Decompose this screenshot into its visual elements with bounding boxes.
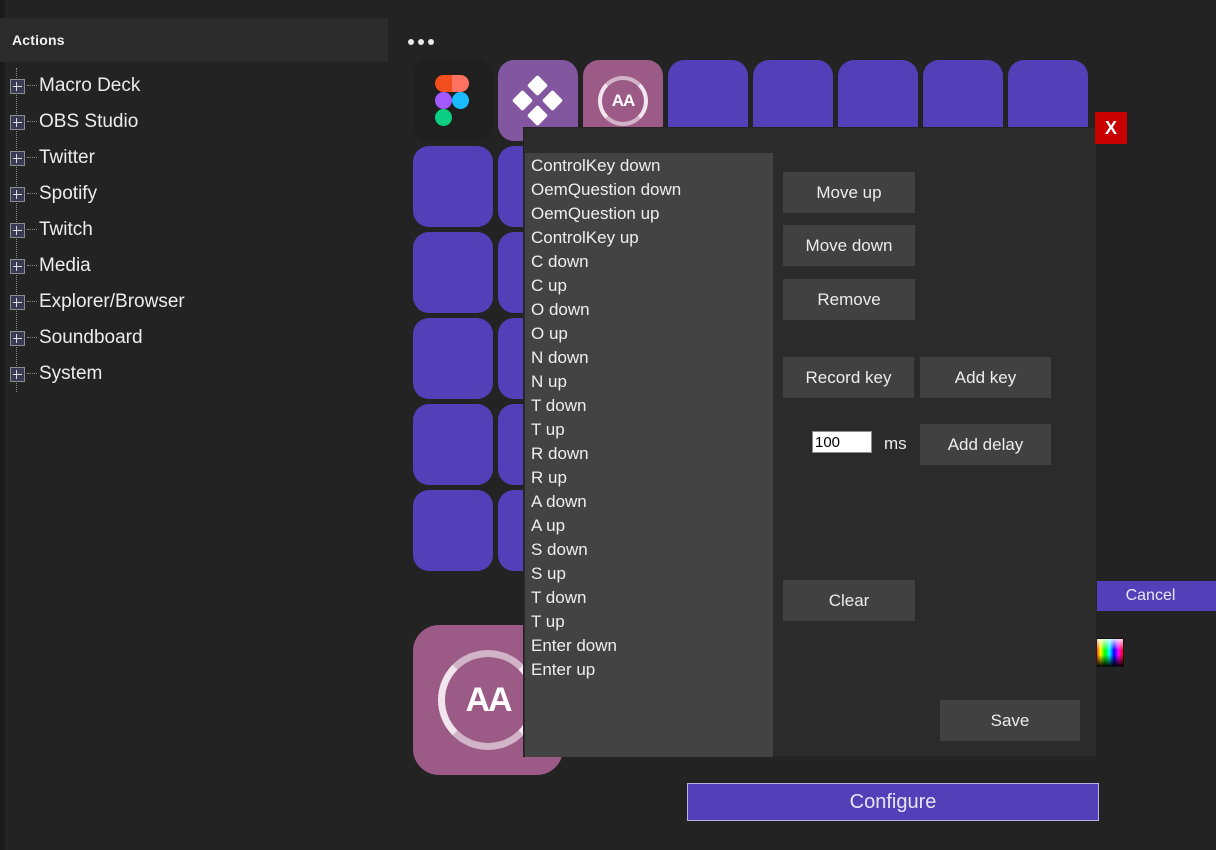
list-item[interactable]: OemQuestion down [528,178,773,202]
move-down-button[interactable]: Move down [783,225,915,266]
ellipsis-icon[interactable] [408,34,438,50]
tree-dash-icon [27,301,37,303]
add-delay-button[interactable]: Add delay [920,424,1051,465]
deck-button-empty[interactable] [413,490,493,571]
diamonds-icon [511,74,564,126]
tree-item-label: Twitter [39,147,95,168]
list-item[interactable]: S up [528,562,773,586]
tree-item-twitter[interactable]: Twitter [0,140,388,176]
expand-plus-icon[interactable] [10,186,25,202]
tree-item-label: Macro Deck [39,75,141,96]
key-sequence-dialog: X ControlKey down OemQuestion down OemQu… [524,112,1127,757]
tree-item-soundboard[interactable]: Soundboard [0,320,388,356]
tree-item-label: Media [39,255,91,276]
list-item[interactable]: R down [528,442,773,466]
list-item[interactable]: S down [528,538,773,562]
aa-circle-icon: AA [598,75,648,126]
delay-input[interactable] [812,431,872,453]
list-item[interactable]: C up [528,274,773,298]
close-icon[interactable]: X [1095,112,1127,144]
tree-dash-icon [27,85,37,87]
deck-button-figma[interactable] [413,60,493,141]
expand-plus-icon[interactable] [10,150,25,166]
tree-item-label: Spotify [39,183,98,204]
expand-plus-icon[interactable] [10,258,25,274]
tree-dash-icon [27,229,37,231]
remove-button[interactable]: Remove [783,279,915,320]
tree-item-label: OBS Studio [39,111,139,132]
expand-plus-icon[interactable] [10,78,25,94]
deck-button-empty[interactable] [413,146,493,227]
actions-header: Actions [0,18,388,62]
expand-plus-icon[interactable] [10,114,25,130]
tree-dash-icon [27,265,37,267]
add-key-button[interactable]: Add key [920,357,1051,398]
list-item[interactable]: T down [528,394,773,418]
tree-item-obs-studio[interactable]: OBS Studio [0,104,388,140]
color-swatch-icon[interactable] [1095,638,1124,667]
figma-icon [435,74,471,127]
list-item[interactable]: O down [528,298,773,322]
actions-tree: Macro Deck OBS Studio Twitter Spotify Tw… [0,68,388,392]
list-item[interactable]: T up [528,418,773,442]
list-item[interactable]: N down [528,346,773,370]
list-item[interactable]: ControlKey up [528,226,773,250]
move-up-button[interactable]: Move up [783,172,915,213]
clear-button[interactable]: Clear [783,580,915,621]
expand-plus-icon[interactable] [10,366,25,382]
list-item[interactable]: O up [528,322,773,346]
cancel-button[interactable]: Cancel [1085,581,1216,611]
tree-dash-icon [27,373,37,375]
tree-item-label: Soundboard [39,327,143,348]
key-sequence-list[interactable]: ControlKey down OemQuestion down OemQues… [525,153,773,757]
expand-plus-icon[interactable] [10,222,25,238]
record-key-button[interactable]: Record key [783,357,914,398]
list-item[interactable]: C down [528,250,773,274]
expand-plus-icon[interactable] [10,294,25,310]
list-item[interactable]: T down [528,586,773,610]
tree-dash-icon [27,337,37,339]
save-button[interactable]: Save [940,700,1080,741]
tree-item-system[interactable]: System [0,356,388,392]
tree-item-media[interactable]: Media [0,248,388,284]
tree-item-label: Twitch [39,219,93,240]
tree-item-explorer-browser[interactable]: Explorer/Browser [0,284,388,320]
expand-plus-icon[interactable] [10,330,25,346]
tree-item-spotify[interactable]: Spotify [0,176,388,212]
list-item[interactable]: N up [528,370,773,394]
list-item[interactable]: Enter down [528,634,773,658]
ellipsis-dot [408,39,414,45]
tree-dash-icon [27,157,37,159]
deck-button-empty[interactable] [413,318,493,399]
list-item[interactable]: ControlKey down [528,154,773,178]
ellipsis-dot [418,39,424,45]
deck-button-empty[interactable] [413,404,493,485]
tree-dash-icon [27,193,37,195]
list-item[interactable]: OemQuestion up [528,202,773,226]
tree-item-macro-deck[interactable]: Macro Deck [0,68,388,104]
tree-item-twitch[interactable]: Twitch [0,212,388,248]
delay-unit-label: ms [884,434,907,453]
list-item[interactable]: T up [528,610,773,634]
actions-header-title: Actions [12,32,65,48]
configure-button[interactable]: Configure [687,783,1099,821]
list-item[interactable]: R up [528,466,773,490]
tree-item-label: System [39,363,103,384]
ellipsis-dot [428,39,434,45]
aa-circle-icon: AA [438,650,538,750]
list-item[interactable]: A up [528,514,773,538]
list-item[interactable]: Enter up [528,658,773,682]
deck-button-empty[interactable] [413,232,493,313]
list-item[interactable]: A down [528,490,773,514]
actions-sidebar: Actions Macro Deck OBS Studio Twitter Sp… [0,0,388,850]
tree-dash-icon [27,121,37,123]
tree-item-label: Explorer/Browser [39,291,185,312]
